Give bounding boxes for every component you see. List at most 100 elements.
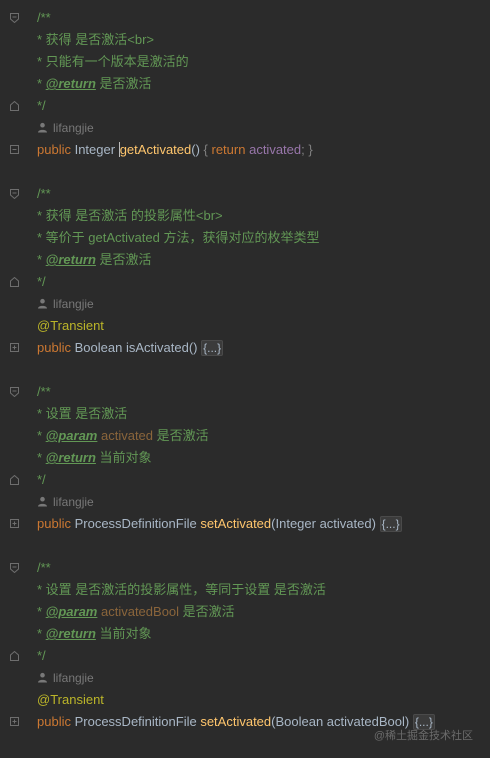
doc-tag: @return [45, 76, 96, 91]
method-name: isActivated [125, 340, 189, 355]
person-icon [38, 122, 47, 133]
doc-text: 是否激活 [95, 76, 152, 91]
doc-comment-line: * @return 当前对象 [37, 447, 152, 469]
doc-comment-close: */ [37, 98, 46, 113]
code-line[interactable]: public Boolean isActivated() {...} [0, 337, 490, 359]
person-icon [38, 672, 47, 683]
author-hint: lifangjie [37, 117, 94, 139]
code-line[interactable]: */ [0, 271, 490, 293]
fold-close-icon[interactable] [10, 277, 19, 287]
watermark: @稀土掘金技术社区 [373, 730, 473, 742]
code-line[interactable]: /** [0, 557, 490, 579]
code-line[interactable]: /** [0, 183, 490, 205]
modifier-keyword: public [37, 340, 71, 355]
doc-text: 是否激活 [95, 252, 152, 267]
code-line[interactable]: * 设置 是否激活 [0, 403, 490, 425]
fold-close-icon[interactable] [10, 101, 19, 111]
author-name[interactable]: lifangjie [53, 671, 94, 685]
doc-prefix: * [37, 626, 46, 641]
doc-comment-close: */ [37, 472, 46, 487]
doc-comment-close: */ [37, 648, 46, 663]
fold-method-icon[interactable] [10, 145, 19, 155]
code-line[interactable]: /** [0, 7, 490, 29]
code-line[interactable]: * @param activated 是否激活 [0, 425, 490, 447]
doc-prefix: * [37, 582, 46, 597]
doc-text: 是否激活 [153, 428, 209, 443]
doc-text: 当前对象 [95, 626, 152, 641]
doc-prefix: * [37, 76, 46, 91]
author-hint: lifangjie [37, 293, 94, 315]
return-keyword: return [211, 142, 246, 157]
fold-method-icon[interactable] [10, 717, 19, 727]
method-name: getActivated [119, 142, 192, 157]
code-line[interactable]: * 获得 是否激活<br> [0, 29, 490, 51]
fold-method-icon[interactable] [10, 343, 19, 353]
doc-prefix: * [37, 406, 46, 421]
fold-close-icon[interactable] [10, 651, 19, 661]
code-line[interactable]: public ProcessDefinitionFile setActivate… [0, 513, 490, 535]
code-line[interactable]: * 等价于 getActivated 方法，获得对应的枚举类型 [0, 227, 490, 249]
code-line[interactable]: * 只能有一个版本是激活的 [0, 51, 490, 73]
fold-open-icon[interactable] [10, 13, 19, 23]
fold-open-icon[interactable] [10, 563, 19, 573]
doc-comment-line: * 只能有一个版本是激活的 [37, 51, 189, 73]
code-editor[interactable]: /** * 获得 是否激活<br> * 只能有一个版本是激活的 * @retur… [0, 0, 490, 758]
return-type: ProcessDefinitionFile [74, 714, 197, 729]
method-signature: public Boolean isActivated() {...} [37, 337, 224, 359]
doc-tag: @return [45, 252, 96, 267]
fold-open-icon[interactable] [10, 387, 19, 397]
method-name: setActivated [200, 714, 272, 729]
author-name[interactable]: lifangjie [53, 297, 94, 311]
modifier-keyword: public [37, 142, 71, 157]
code-line[interactable]: * @return 是否激活 [0, 73, 490, 95]
code-line[interactable]: * @return 当前对象 [0, 447, 490, 469]
folded-body[interactable]: {...} [201, 340, 224, 356]
author-hint: lifangjie [37, 491, 94, 513]
code-line[interactable]: @Transient [0, 315, 490, 337]
code-line[interactable]: */ [0, 469, 490, 491]
person-icon [38, 298, 47, 309]
person-icon [38, 496, 47, 507]
doc-prefix: * [37, 32, 46, 47]
doc-tag: @param [45, 428, 98, 443]
code-line[interactable]: */ [0, 645, 490, 667]
code-line[interactable]: * @param activatedBool 是否激活 [0, 601, 490, 623]
doc-comment-open: /** [37, 560, 51, 575]
doc-text: 当前对象 [95, 450, 152, 465]
doc-tag: @return [45, 450, 96, 465]
return-type: Integer [74, 142, 116, 157]
code-line[interactable]: @Transient [0, 689, 490, 711]
doc-text: 设置 是否激活 [45, 406, 128, 421]
code-line[interactable]: * @return 当前对象 [0, 623, 490, 645]
author-hint-line: lifangjie [0, 293, 490, 315]
doc-prefix: * [37, 428, 46, 443]
code-line[interactable]: /** [0, 381, 490, 403]
code-line[interactable]: public Integer getActivated() { return a… [0, 139, 490, 161]
doc-prefix: * [37, 450, 46, 465]
fold-close-icon[interactable] [10, 475, 19, 485]
doc-comment-open: /** [37, 384, 51, 399]
doc-comment-line: * 设置 是否激活 [37, 403, 127, 425]
doc-tag: @param [45, 604, 98, 619]
code-line[interactable]: */ [0, 95, 490, 117]
doc-comment-line: * 获得 是否激活 的投影属性<br> [37, 205, 223, 227]
method-signature: public Integer getActivated() { return a… [37, 139, 313, 161]
code-line[interactable]: * 设置 是否激活的投影属性，等同于设置 是否激活 [0, 579, 490, 601]
doc-param-name: activatedBool [97, 604, 180, 619]
code-line[interactable]: * 获得 是否激活 的投影属性<br> [0, 205, 490, 227]
code-line[interactable]: * @return 是否激活 [0, 249, 490, 271]
author-name[interactable]: lifangjie [53, 121, 94, 135]
annotation: @Transient [37, 692, 104, 707]
doc-prefix: * [37, 604, 46, 619]
doc-prefix: * [37, 230, 46, 245]
author-name[interactable]: lifangjie [53, 495, 94, 509]
field-name: activated [249, 142, 302, 157]
fold-method-icon[interactable] [10, 519, 19, 529]
folded-body[interactable]: {...} [379, 516, 402, 532]
doc-comment-open: /** [37, 186, 51, 201]
doc-text: 获得 是否激活<br> [45, 32, 155, 47]
fold-open-icon[interactable] [10, 189, 19, 199]
doc-comment-line: * @return 是否激活 [37, 249, 152, 271]
doc-comment-line: * 等价于 getActivated 方法，获得对应的枚举类型 [37, 227, 319, 249]
doc-comment-open: /** [37, 10, 51, 25]
